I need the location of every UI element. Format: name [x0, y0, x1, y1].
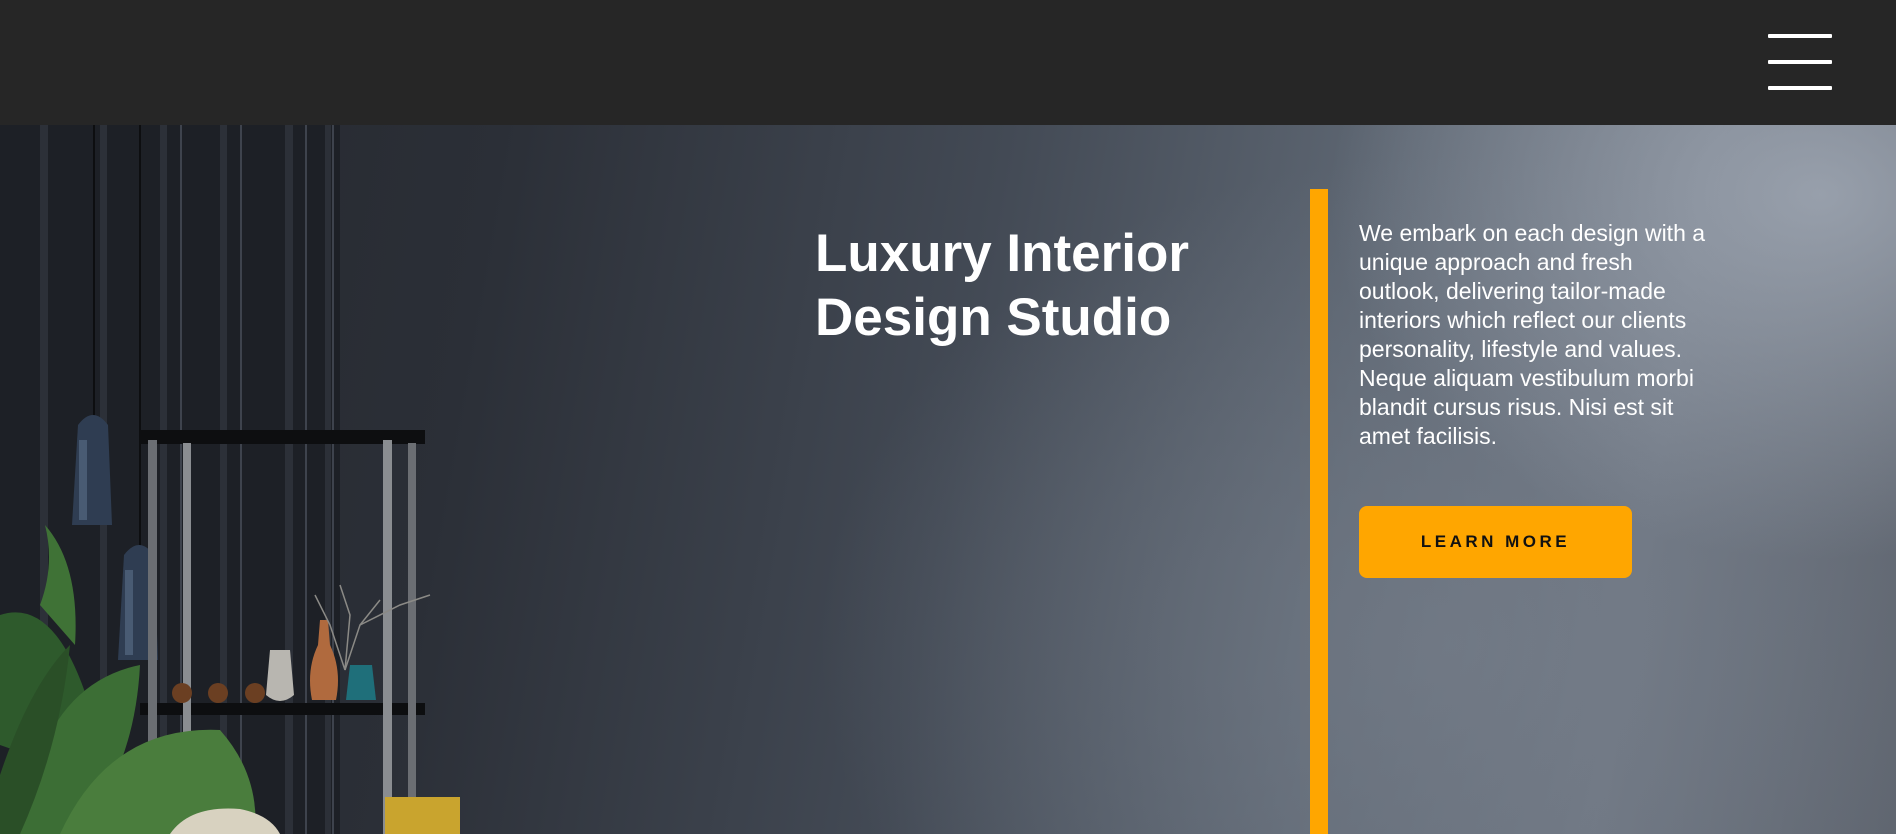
menu-line — [1768, 34, 1832, 38]
hero-description: We embark on each design with a unique a… — [1359, 220, 1706, 449]
hamburger-menu-icon[interactable] — [1768, 32, 1832, 94]
site-header — [0, 0, 1896, 125]
menu-line — [1768, 86, 1832, 90]
interior-photo — [0, 125, 460, 834]
menu-line — [1768, 60, 1832, 64]
accent-divider — [1310, 189, 1328, 834]
learn-more-button[interactable]: LEARN MORE — [1359, 506, 1632, 578]
hero-title: Luxury Interior Design Studio — [815, 224, 1190, 347]
hero-section: Luxury Interior Design Studio We embark … — [0, 125, 1896, 834]
